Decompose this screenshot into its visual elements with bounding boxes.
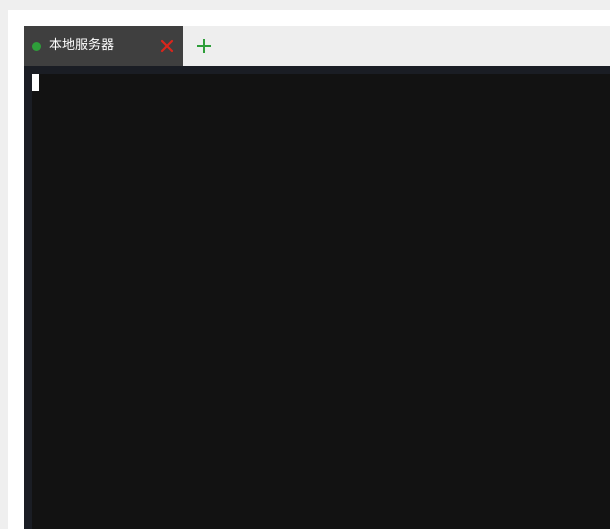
terminal-gutter <box>24 66 32 529</box>
terminal-area[interactable] <box>24 66 610 529</box>
page: 本地服务器 <box>8 10 610 529</box>
tab-bar: 本地服务器 <box>24 26 610 66</box>
status-dot-icon <box>32 41 41 51</box>
plus-icon <box>197 39 211 53</box>
close-icon[interactable] <box>159 38 175 54</box>
tab-local-server[interactable]: 本地服务器 <box>24 26 183 66</box>
tab-label: 本地服务器 <box>49 38 115 53</box>
terminal-cursor <box>32 74 39 91</box>
add-tab-button[interactable] <box>194 36 214 56</box>
terminal-top-border <box>24 66 610 74</box>
